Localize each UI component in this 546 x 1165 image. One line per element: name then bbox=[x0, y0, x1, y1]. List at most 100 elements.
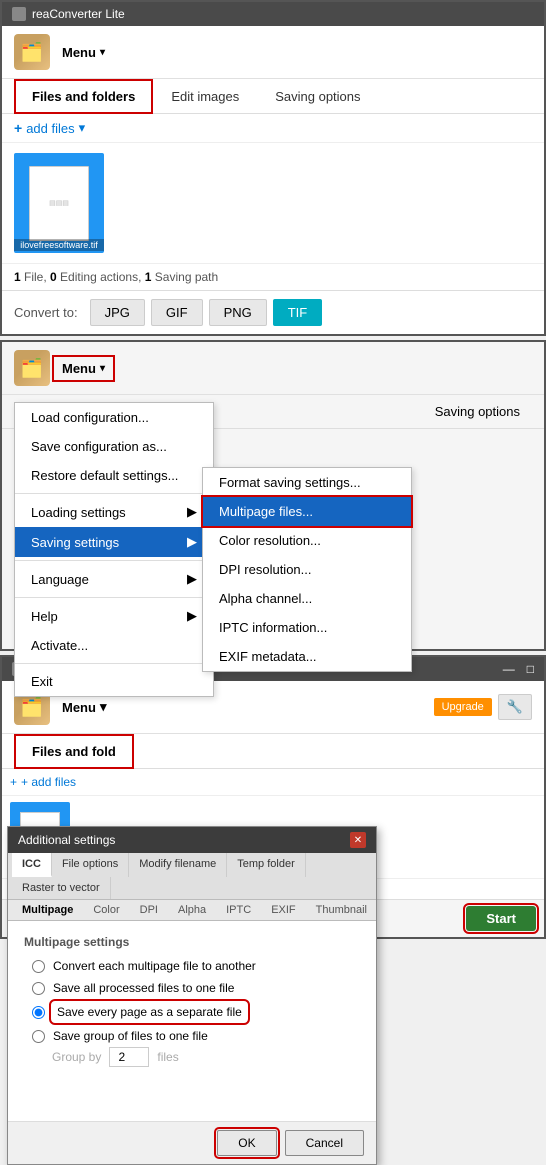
format-png[interactable]: PNG bbox=[209, 299, 267, 326]
upgrade-badge[interactable]: Upgrade bbox=[434, 698, 492, 716]
arrow-right-icon-3: ▶ bbox=[187, 571, 197, 587]
menu-item-loading-settings[interactable]: Loading settings ▶ bbox=[15, 497, 213, 527]
cancel-button[interactable]: Cancel bbox=[285, 1130, 364, 1156]
arrow-right-icon-2: ▶ bbox=[187, 534, 197, 550]
radio-save-group[interactable]: Save group of files to one file bbox=[32, 1029, 360, 1043]
dialog-tab-raster-to-vector[interactable]: Raster to vector bbox=[12, 877, 111, 899]
menu-divider-2 bbox=[15, 560, 213, 561]
file-name-label-1: ilovefreesoftware.tif bbox=[14, 239, 104, 251]
arrow-right-icon-4: ▶ bbox=[187, 608, 197, 624]
menu-item-exit[interactable]: Exit bbox=[15, 667, 213, 696]
menu-item-restore[interactable]: Restore default settings... bbox=[15, 461, 213, 490]
tab-saving-options[interactable]: Saving options bbox=[257, 79, 378, 114]
submenu-format-saving[interactable]: Format saving settings... bbox=[203, 468, 411, 497]
edit-count: 0 bbox=[50, 270, 57, 284]
submenu-iptc-information[interactable]: IPTC information... bbox=[203, 613, 411, 642]
arrow-right-icon: ▶ bbox=[187, 504, 197, 520]
dialog-title: Additional settings bbox=[18, 833, 115, 847]
panel-3: reaConverter Lite — □ 🗂️ Menu ▾ Upgrade … bbox=[0, 655, 546, 939]
dialog-tab2-thumbnail[interactable]: Thumbnail bbox=[306, 900, 377, 920]
format-gif[interactable]: GIF bbox=[151, 299, 203, 326]
dialog-tab2-alpha[interactable]: Alpha bbox=[168, 900, 216, 920]
submenu-alpha-channel[interactable]: Alpha channel... bbox=[203, 584, 411, 613]
file-thumbnail-1[interactable]: ▤▤▤ ilovefreesoftware.tif bbox=[14, 153, 104, 253]
start-button[interactable]: Start bbox=[466, 906, 536, 931]
tabs-3: Files and fold bbox=[2, 734, 544, 769]
section-multipage-settings: Multipage settings bbox=[24, 935, 360, 949]
menu-item-saving-settings[interactable]: Saving settings ▶ bbox=[15, 527, 213, 557]
panel3-body: ▤ ilovefreesoftw Additional settings ✕ I… bbox=[2, 796, 544, 878]
plus-icon-3: + bbox=[10, 775, 17, 789]
menu-button-1[interactable]: Menu ▾ bbox=[56, 43, 111, 62]
menu-divider-1 bbox=[15, 493, 213, 494]
menu-divider-4 bbox=[15, 663, 213, 664]
dialog-tab-modify-filename[interactable]: Modify filename bbox=[129, 853, 227, 877]
panel2-saving-options: Saving options bbox=[423, 396, 532, 427]
dialog-tab2-dpi[interactable]: DPI bbox=[130, 900, 168, 920]
dialog-tabs-row1: ICC File options Modify filename Temp fo… bbox=[8, 853, 376, 900]
status-bar-1: 1 File, 0 Editing actions, 1 Saving path bbox=[2, 263, 544, 290]
minimize-icon[interactable]: — bbox=[503, 662, 515, 676]
app-logo-1: 🗂️ bbox=[14, 34, 50, 70]
menu-button-2[interactable]: Menu ▾ bbox=[56, 359, 111, 378]
group-by-label: Group by bbox=[52, 1050, 101, 1064]
dialog-tab-icc[interactable]: ICC bbox=[12, 853, 52, 877]
dialog-tabs-row2: Multipage Color DPI Alpha IPTC EXIF Thum… bbox=[8, 900, 376, 921]
radio-convert-each[interactable]: Convert each multipage file to another bbox=[32, 959, 360, 973]
menu-item-save-config[interactable]: Save configuration as... bbox=[15, 432, 213, 461]
dialog-close-button[interactable]: ✕ bbox=[350, 832, 366, 848]
radio-save-all-one[interactable]: Save all processed files to one file bbox=[32, 981, 360, 995]
chevron-down-icon: ▾ bbox=[100, 47, 105, 58]
add-files-button[interactable]: + add files ▾ bbox=[14, 120, 85, 136]
menu-button-3[interactable]: Menu ▾ bbox=[56, 697, 112, 717]
dialog-tab-temp-folder[interactable]: Temp folder bbox=[227, 853, 305, 877]
plus-icon: + bbox=[14, 120, 22, 136]
panel3-files-row: + + add files bbox=[2, 769, 544, 796]
convert-to-label: Convert to: bbox=[14, 305, 78, 320]
dialog-tab-file-options[interactable]: File options bbox=[52, 853, 129, 877]
wrench-button[interactable]: 🔧 bbox=[498, 694, 532, 720]
format-tif[interactable]: TIF bbox=[273, 299, 323, 326]
add-files-bar: + add files ▾ bbox=[2, 114, 544, 143]
add-files-label-3: + add files bbox=[21, 775, 76, 789]
submenu-saving-settings: Format saving settings... Multipage file… bbox=[202, 467, 412, 672]
menu-item-help[interactable]: Help ▶ bbox=[15, 601, 213, 631]
app-title-1: reaConverter Lite bbox=[32, 7, 125, 21]
menu-item-activate[interactable]: Activate... bbox=[15, 631, 213, 660]
submenu-dpi-resolution[interactable]: DPI resolution... bbox=[203, 555, 411, 584]
dialog-tab2-iptc[interactable]: IPTC bbox=[216, 900, 261, 920]
menu-item-load-config[interactable]: Load configuration... bbox=[15, 403, 213, 432]
convert-bar-1: Convert to: JPG GIF PNG TIF bbox=[2, 290, 544, 334]
file-area-1: ▤▤▤ ilovefreesoftware.tif bbox=[2, 143, 544, 263]
menu-item-language[interactable]: Language ▶ bbox=[15, 564, 213, 594]
ok-button[interactable]: OK bbox=[217, 1130, 276, 1156]
submenu-color-resolution[interactable]: Color resolution... bbox=[203, 526, 411, 555]
group-by-row: Group by files bbox=[52, 1047, 360, 1067]
chevron-down-icon-3: ▾ bbox=[100, 699, 107, 715]
format-jpg[interactable]: JPG bbox=[90, 299, 145, 326]
radio-group-multipage: Convert each multipage file to another S… bbox=[32, 959, 360, 1043]
toolbar-2: 🗂️ Menu ▾ bbox=[2, 342, 544, 395]
chevron-down-icon-add: ▾ bbox=[79, 120, 86, 136]
maximize-icon[interactable]: □ bbox=[527, 662, 534, 676]
add-files-button-3[interactable]: + + add files bbox=[10, 775, 76, 789]
file-count: 1 bbox=[14, 270, 21, 284]
dialog-tab2-multipage[interactable]: Multipage bbox=[12, 900, 83, 920]
add-files-label: add files bbox=[26, 121, 74, 136]
panel-2: 🗂️ Menu ▾ Files Saving options Load conf… bbox=[0, 340, 546, 651]
title-bar-1: reaConverter Lite bbox=[2, 2, 544, 26]
dialog-body: Multipage settings Convert each multipag… bbox=[8, 921, 376, 1121]
tabs-1: Files and folders Edit images Saving opt… bbox=[2, 79, 544, 114]
dialog-title-bar: Additional settings ✕ bbox=[8, 827, 376, 853]
submenu-multipage-files[interactable]: Multipage files... bbox=[203, 497, 411, 526]
file-doc-preview: ▤▤▤ bbox=[29, 166, 89, 241]
dialog-tab2-color[interactable]: Color bbox=[83, 900, 129, 920]
tab-files-folders[interactable]: Files and folders bbox=[14, 79, 153, 114]
app-icon-small bbox=[12, 7, 26, 21]
tab-files-folders-3[interactable]: Files and fold bbox=[14, 734, 134, 769]
group-by-input[interactable] bbox=[109, 1047, 149, 1067]
tab-edit-images[interactable]: Edit images bbox=[153, 79, 257, 114]
submenu-exif-metadata[interactable]: EXIF metadata... bbox=[203, 642, 411, 671]
dialog-tab2-exif[interactable]: EXIF bbox=[261, 900, 305, 920]
radio-save-every-page[interactable]: Save every page as a separate file bbox=[32, 1003, 360, 1021]
